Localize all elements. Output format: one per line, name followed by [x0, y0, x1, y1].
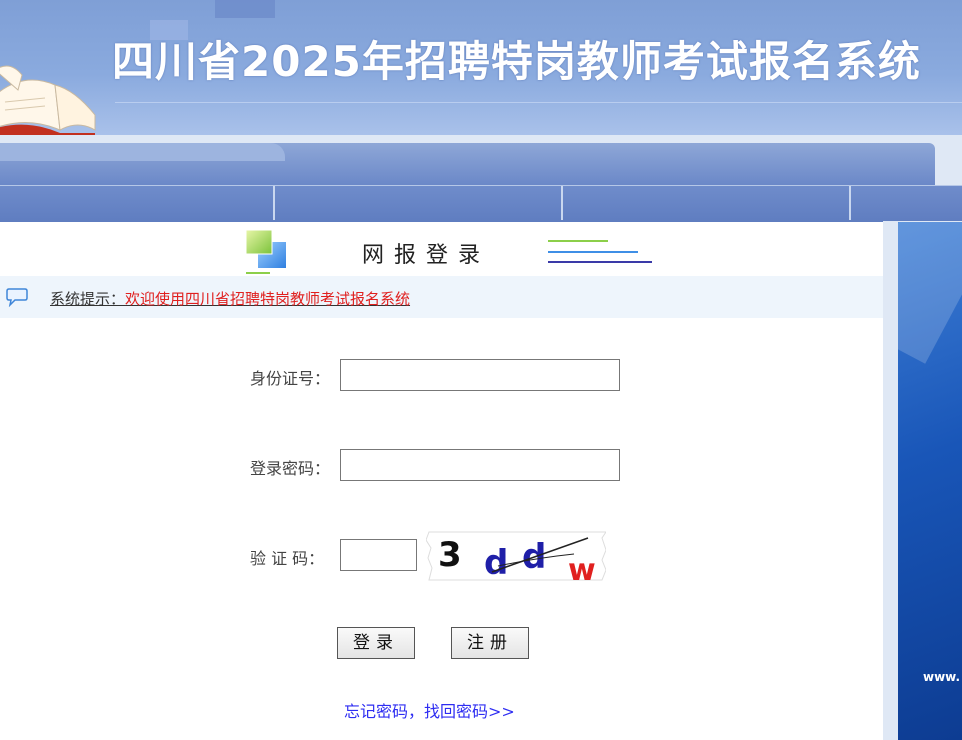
nav-shelf-tab	[0, 143, 285, 161]
forgot-password-link[interactable]: 忘记密码，找回密码>>	[344, 698, 515, 722]
svg-text:w: w	[568, 553, 596, 582]
system-notice: 系统提示：欢迎使用四川省招聘特岗教师考试报名系统	[0, 276, 883, 318]
notice-label: 系统提示：	[50, 290, 126, 308]
header-banner: 四川省2025年招聘特岗教师考试报名系统	[0, 0, 962, 135]
captcha-image[interactable]: 3 d d w	[426, 530, 606, 582]
password-input[interactable]	[340, 449, 620, 481]
side-banner: www.	[898, 222, 962, 740]
login-title: 网报登录	[362, 243, 491, 268]
speech-bubble-icon	[6, 288, 28, 307]
book-icon	[0, 65, 96, 135]
captcha-input[interactable]	[340, 539, 417, 571]
nav-separator	[561, 186, 563, 220]
svg-text:3: 3	[438, 535, 462, 575]
nav-separator	[273, 186, 275, 220]
id-number-label: 身份证号：	[250, 369, 331, 388]
captcha-label: 验 证 码：	[250, 549, 325, 568]
nav-separator	[849, 186, 851, 220]
password-label: 登录密码：	[250, 459, 331, 478]
id-number-input[interactable]	[340, 359, 620, 391]
notice-text: 系统提示：欢迎使用四川省招聘特岗教师考试报名系统	[50, 288, 410, 309]
side-banner-text: www.	[923, 670, 961, 684]
register-button[interactable]: 注册	[451, 627, 529, 659]
login-cube-icon	[245, 229, 286, 274]
banner-decor-square	[215, 0, 275, 18]
nav-bar	[0, 185, 962, 222]
svg-text:d: d	[484, 543, 508, 582]
login-button[interactable]: 登录	[337, 627, 415, 659]
notice-message: 欢迎使用四川省招聘特岗教师考试报名系统	[125, 290, 411, 308]
site-title: 四川省2025年招聘特岗教师考试报名系统	[112, 37, 921, 86]
side-banner-shine	[898, 222, 962, 364]
title-decor-lines	[548, 240, 652, 263]
banner-divider	[115, 102, 962, 103]
